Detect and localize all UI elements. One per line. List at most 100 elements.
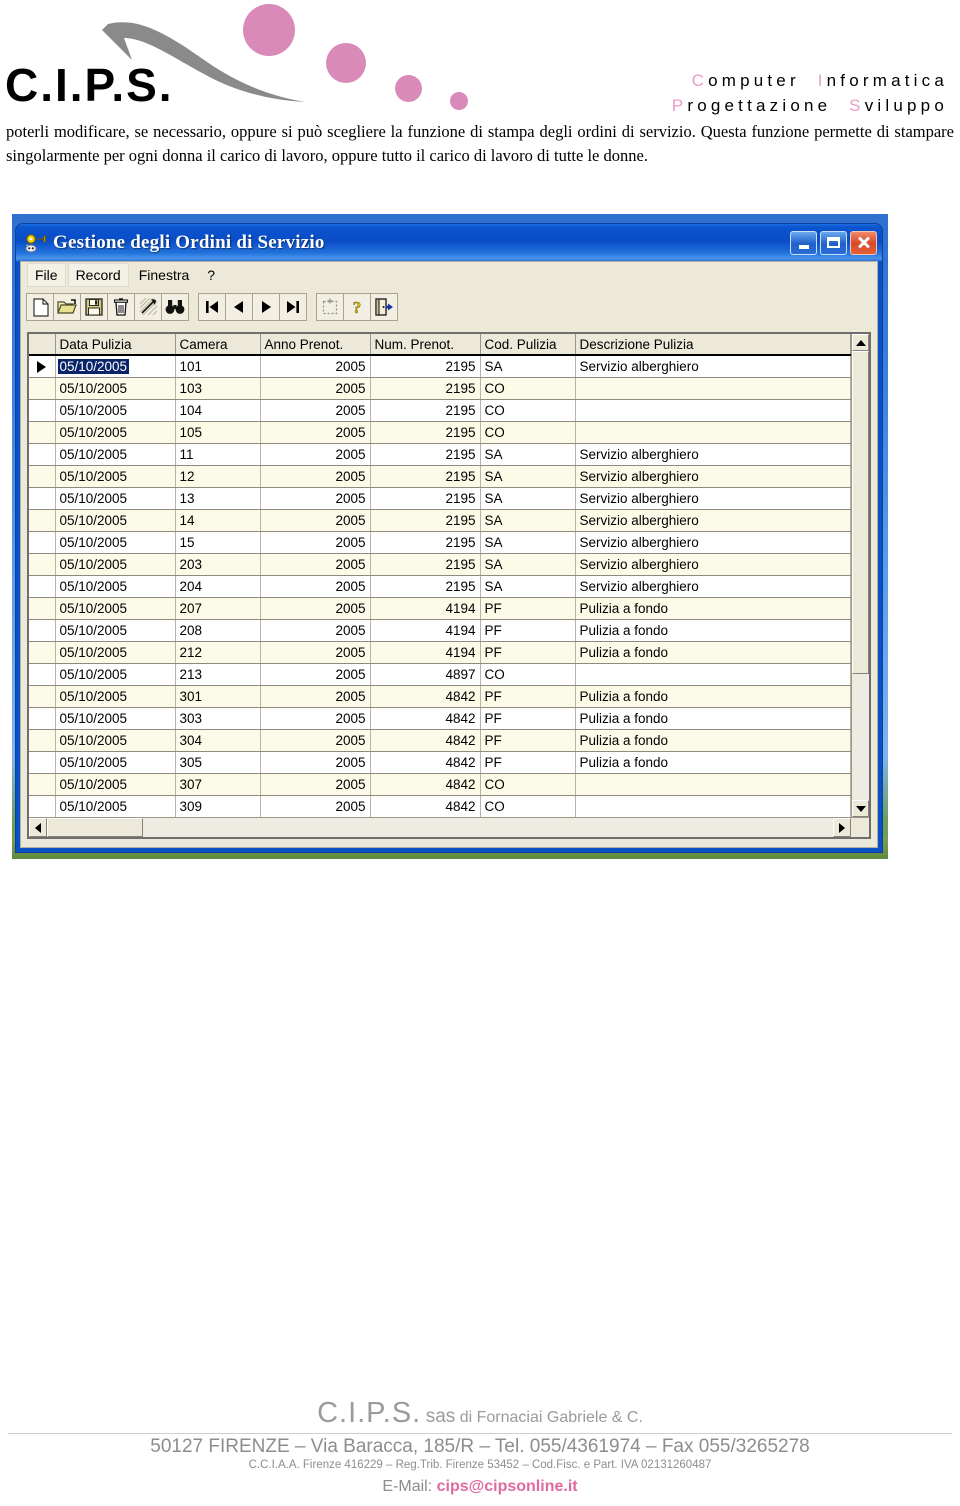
cell-descrizione[interactable] [575,773,851,796]
delete-trash-icon[interactable] [107,293,135,321]
cell-camera[interactable]: 104 [175,399,261,422]
cell-data-pulizia[interactable]: 05/10/2005 [55,729,176,752]
cell-num-prenot[interactable]: 4842 [370,795,481,818]
cell-anno-prenot[interactable]: 2005 [260,465,371,488]
last-record-icon[interactable] [279,293,307,321]
cell-data-pulizia[interactable]: 05/10/2005 [55,795,176,818]
save-disk-icon[interactable] [80,293,108,321]
row-selector-cell[interactable] [29,575,56,598]
table-row[interactable]: 05/10/2005 103 2005 2195 CO [29,377,851,400]
cell-cod-pulizia[interactable]: SA [480,354,576,378]
column-header-data-pulizia[interactable]: Data Pulizia [55,334,176,356]
table-row[interactable]: 05/10/2005 105 2005 2195 CO [29,421,851,444]
cell-data-pulizia[interactable]: 05/10/2005 [55,421,176,444]
cell-anno-prenot[interactable]: 2005 [260,663,371,686]
row-selector-cell[interactable] [29,707,56,730]
cell-data-pulizia[interactable]: 05/10/2005 [55,597,176,620]
cell-data-pulizia[interactable]: 05/10/2005 [55,509,176,532]
cell-descrizione[interactable]: Pulizia a fondo [575,619,851,642]
window-titlebar[interactable]: Gestione degli Ordini di Servizio [16,224,882,261]
cell-data-pulizia[interactable]: 05/10/2005 [55,531,176,554]
column-header-camera[interactable]: Camera [175,334,261,356]
cell-camera[interactable]: 303 [175,707,261,730]
cell-data-pulizia[interactable]: 05/10/2005 [55,663,176,686]
vertical-scroll-thumb[interactable] [852,351,869,675]
cell-cod-pulizia[interactable]: CO [480,773,576,796]
minimize-button[interactable] [790,230,817,255]
cell-descrizione[interactable]: Servizio alberghiero [575,443,851,466]
cell-descrizione[interactable]: Pulizia a fondo [575,751,851,774]
filter-remove-icon[interactable] [134,293,162,321]
cell-camera[interactable]: 13 [175,487,261,510]
cell-data-pulizia[interactable]: 05/10/2005 [55,641,176,664]
cell-num-prenot[interactable]: 2195 [370,377,481,400]
cell-camera[interactable]: 15 [175,531,261,554]
column-header-anno-prenot[interactable]: Anno Prenot. [260,334,371,356]
cell-camera[interactable]: 14 [175,509,261,532]
cell-cod-pulizia[interactable]: CO [480,399,576,422]
cell-cod-pulizia[interactable]: PF [480,707,576,730]
cell-descrizione[interactable]: Servizio alberghiero [575,487,851,510]
cell-anno-prenot[interactable]: 2005 [260,707,371,730]
row-selector-cell[interactable] [29,399,56,422]
cell-descrizione[interactable]: Pulizia a fondo [575,597,851,620]
cell-camera[interactable]: 213 [175,663,261,686]
row-selector-cell[interactable] [29,531,56,554]
cell-descrizione[interactable] [575,421,851,444]
cell-data-pulizia[interactable]: 05/10/2005 [55,707,176,730]
cell-camera[interactable]: 309 [175,795,261,818]
cell-cod-pulizia[interactable]: SA [480,487,576,510]
cell-cod-pulizia[interactable]: PF [480,685,576,708]
cell-data-pulizia[interactable]: 05/10/2005 [55,377,176,400]
cell-anno-prenot[interactable]: 2005 [260,531,371,554]
table-row[interactable]: 05/10/2005 307 2005 4842 CO [29,773,851,796]
menu-item-file[interactable]: File [27,263,66,287]
next-record-icon[interactable] [252,293,280,321]
row-selector-cell[interactable] [29,729,56,752]
cell-anno-prenot[interactable]: 2005 [260,773,371,796]
cell-num-prenot[interactable]: 4842 [370,773,481,796]
cell-data-pulizia[interactable]: 05/10/2005 [55,465,176,488]
table-row[interactable]: 05/10/2005 14 2005 2195 SA Servizio alberghie… [29,509,851,532]
cell-camera[interactable]: 101 [175,354,261,378]
horizontal-scrollbar[interactable] [29,817,869,837]
row-selector-cell[interactable] [29,553,56,576]
cell-anno-prenot[interactable]: 2005 [260,377,371,400]
table-row[interactable]: 05/10/2005 13 2005 2195 SA Servizio alberghie… [29,487,851,510]
table-row[interactable]: 05/10/2005 301 2005 4842 PF Pulizia a fondo [29,685,851,708]
new-record-icon[interactable] [26,293,54,321]
row-selector-cell[interactable] [29,421,56,444]
cell-data-pulizia[interactable]: 05/10/2005 [55,751,176,774]
cell-camera[interactable]: 203 [175,553,261,576]
table-row[interactable]: 05/10/2005 104 2005 2195 CO [29,399,851,422]
cell-anno-prenot[interactable]: 2005 [260,553,371,576]
scroll-right-button[interactable] [833,818,851,837]
table-row[interactable]: 05/10/2005 208 2005 4194 PF Pulizia a fondo [29,619,851,642]
cell-anno-prenot[interactable]: 2005 [260,729,371,752]
cell-cod-pulizia[interactable]: SA [480,465,576,488]
exit-door-icon[interactable] [370,293,398,321]
row-selector-cell[interactable] [29,619,56,642]
row-selector-cell[interactable] [29,354,56,378]
column-header-cod-pulizia[interactable]: Cod. Pulizia [480,334,576,356]
cell-num-prenot[interactable]: 2195 [370,509,481,532]
cell-camera[interactable]: 11 [175,443,261,466]
cell-camera[interactable]: 207 [175,597,261,620]
cell-num-prenot[interactable]: 4194 [370,597,481,620]
cell-camera[interactable]: 204 [175,575,261,598]
footer-email-address[interactable]: cips@cipsonline.it [437,1478,578,1495]
cell-cod-pulizia[interactable]: CO [480,663,576,686]
cell-descrizione[interactable] [575,795,851,818]
row-selector-cell[interactable] [29,751,56,774]
cell-cod-pulizia[interactable]: SA [480,575,576,598]
cell-descrizione[interactable]: Servizio alberghiero [575,509,851,532]
cell-num-prenot[interactable]: 4897 [370,663,481,686]
horizontal-scroll-track[interactable] [47,818,833,837]
cell-anno-prenot[interactable]: 2005 [260,354,371,378]
table-row[interactable]: 05/10/2005 305 2005 4842 PF Pulizia a fondo [29,751,851,774]
row-selector-cell[interactable] [29,509,56,532]
cell-descrizione[interactable]: Pulizia a fondo [575,707,851,730]
cell-descrizione[interactable]: Servizio alberghiero [575,575,851,598]
cell-cod-pulizia[interactable]: PF [480,641,576,664]
cell-anno-prenot[interactable]: 2005 [260,795,371,818]
